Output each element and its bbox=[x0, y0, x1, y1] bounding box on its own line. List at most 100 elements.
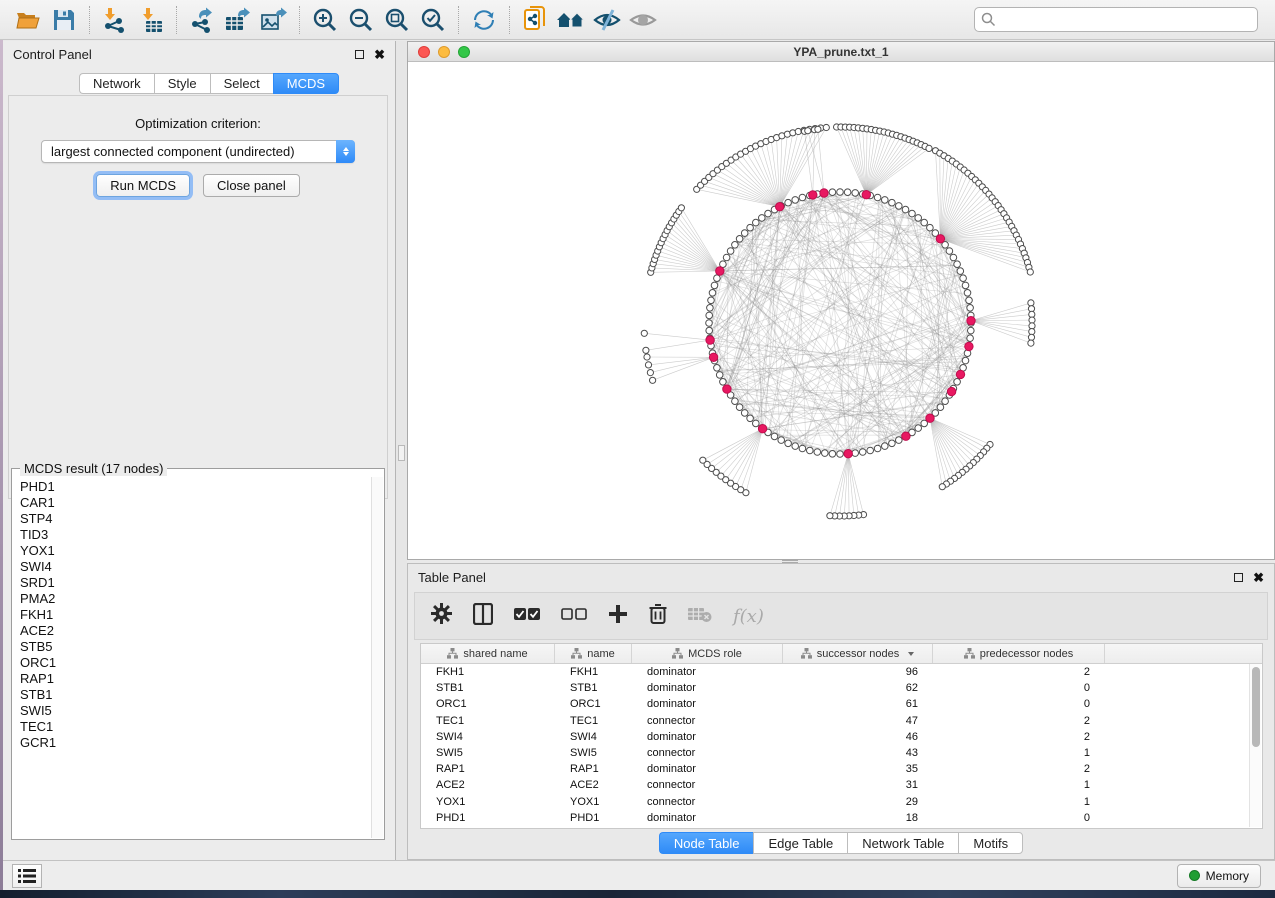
close-table-panel-icon[interactable]: ✖ bbox=[1253, 571, 1264, 584]
search-input[interactable] bbox=[974, 7, 1258, 32]
preview-eye-icon[interactable] bbox=[625, 3, 661, 37]
table-scrollbar-thumb[interactable] bbox=[1252, 667, 1260, 747]
tab-style[interactable]: Style bbox=[154, 73, 210, 94]
tab-select[interactable]: Select bbox=[210, 73, 273, 94]
mcds-result-item[interactable]: SWI5 bbox=[20, 703, 371, 719]
tab-motifs[interactable]: Motifs bbox=[958, 832, 1023, 854]
mcds-result-item[interactable]: SWI4 bbox=[20, 559, 371, 575]
close-panel-button[interactable]: Close panel bbox=[203, 174, 300, 197]
mcds-result-item[interactable]: PHD1 bbox=[20, 479, 371, 495]
tab-network[interactable]: Network bbox=[79, 73, 154, 94]
refresh-layout-icon[interactable] bbox=[466, 3, 502, 37]
table-row[interactable]: SWI5SWI5connector431 bbox=[421, 745, 1249, 761]
export-table-icon[interactable] bbox=[220, 3, 256, 37]
mcds-result-item[interactable]: CAR1 bbox=[20, 495, 371, 511]
zoom-selected-icon[interactable] bbox=[415, 3, 451, 37]
float-table-panel-icon[interactable] bbox=[1234, 573, 1243, 582]
network-window-titlebar[interactable]: YPA_prune.txt_1 bbox=[408, 42, 1274, 62]
table-row[interactable]: SWI4SWI4dominator462 bbox=[421, 729, 1249, 745]
table-panel-header: Table Panel ✖ bbox=[408, 564, 1274, 591]
vertical-split-divider[interactable] bbox=[396, 41, 407, 860]
column-header-name[interactable]: name bbox=[555, 644, 632, 663]
node-table-header: shared namenameMCDS rolesuccessor nodesp… bbox=[421, 644, 1262, 664]
open-session-icon[interactable] bbox=[10, 3, 46, 37]
column-header-predecessor-nodes[interactable]: predecessor nodes bbox=[933, 644, 1105, 663]
control-panel-title: Control Panel bbox=[13, 47, 92, 62]
divider-handle[interactable] bbox=[398, 445, 405, 461]
tab-network-table[interactable]: Network Table bbox=[847, 832, 958, 854]
mcds-result-item[interactable]: PMA2 bbox=[20, 591, 371, 607]
mcds-result-item[interactable]: STB1 bbox=[20, 687, 371, 703]
table-row[interactable]: ORC1ORC1dominator610 bbox=[421, 696, 1249, 712]
import-network-icon[interactable] bbox=[97, 3, 133, 37]
table-row[interactable]: FKH1FKH1dominator962 bbox=[421, 664, 1249, 680]
table-cell: RAP1 bbox=[421, 763, 555, 775]
table-cell: FKH1 bbox=[421, 666, 555, 678]
delete-icon[interactable] bbox=[649, 603, 667, 629]
columns-icon[interactable] bbox=[473, 603, 493, 630]
mcds-result-item[interactable]: RAP1 bbox=[20, 671, 371, 687]
hide-eye-icon[interactable] bbox=[589, 3, 625, 37]
toolbar-separator bbox=[89, 6, 90, 34]
column-type-icon bbox=[672, 648, 683, 659]
close-panel-icon[interactable]: ✖ bbox=[374, 48, 385, 61]
mcds-result-list[interactable]: PHD1CAR1STP4TID3YOX1SWI4SRD1PMA2FKH1ACE2… bbox=[13, 477, 371, 838]
table-cell: 2 bbox=[933, 715, 1105, 727]
float-panel-icon[interactable] bbox=[355, 50, 364, 59]
tab-edge-table[interactable]: Edge Table bbox=[753, 832, 847, 854]
mcds-result-item[interactable]: GCR1 bbox=[20, 735, 371, 751]
mcds-result-item[interactable]: ORC1 bbox=[20, 655, 371, 671]
table-cell: ORC1 bbox=[555, 698, 632, 710]
zoom-fit-icon[interactable] bbox=[379, 3, 415, 37]
table-cell: 2 bbox=[933, 666, 1105, 678]
table-cell: connector bbox=[632, 715, 783, 727]
table-row[interactable]: RAP1RAP1dominator352 bbox=[421, 761, 1249, 777]
deselect-all-icon[interactable] bbox=[561, 607, 587, 626]
mcds-result-item[interactable]: FKH1 bbox=[20, 607, 371, 623]
node-table: shared namenameMCDS rolesuccessor nodesp… bbox=[420, 643, 1263, 829]
control-panel-tabs: Network Style Select MCDS bbox=[79, 73, 339, 94]
mcds-result-item[interactable]: TID3 bbox=[20, 527, 371, 543]
houses-icon[interactable] bbox=[553, 3, 589, 37]
add-column-icon[interactable] bbox=[608, 604, 628, 629]
tab-node-table[interactable]: Node Table bbox=[659, 832, 754, 854]
table-row[interactable]: ACE2ACE2connector311 bbox=[421, 777, 1249, 793]
mcds-result-item[interactable]: YOX1 bbox=[20, 543, 371, 559]
show-panels-button[interactable] bbox=[12, 864, 42, 888]
zoom-in-icon[interactable] bbox=[307, 3, 343, 37]
mcds-list-scrollbar[interactable] bbox=[371, 477, 383, 838]
export-network-icon[interactable] bbox=[184, 3, 220, 37]
tab-mcds[interactable]: MCDS bbox=[273, 73, 339, 94]
network-graph-canvas[interactable] bbox=[408, 62, 1274, 559]
mcds-result-item[interactable]: TEC1 bbox=[20, 719, 371, 735]
network-share-doc-icon[interactable] bbox=[517, 3, 553, 37]
column-header-shared-name[interactable]: shared name bbox=[421, 644, 555, 663]
mcds-result-item[interactable]: STB5 bbox=[20, 639, 371, 655]
mcds-result-item[interactable]: ACE2 bbox=[20, 623, 371, 639]
table-row[interactable]: YOX1YOX1connector291 bbox=[421, 794, 1249, 810]
import-table-icon[interactable] bbox=[133, 3, 169, 37]
table-cell: 31 bbox=[783, 779, 933, 791]
zoom-out-icon[interactable] bbox=[343, 3, 379, 37]
criterion-dropdown[interactable]: largest connected component (undirected) bbox=[41, 140, 355, 163]
table-cell: 62 bbox=[783, 682, 933, 694]
column-header-MCDS-role[interactable]: MCDS role bbox=[632, 644, 783, 663]
table-toolbar: f(x) bbox=[414, 592, 1268, 640]
column-header-successor-nodes[interactable]: successor nodes bbox=[783, 644, 933, 663]
mcds-result-item[interactable]: STP4 bbox=[20, 511, 371, 527]
save-session-icon[interactable] bbox=[46, 3, 82, 37]
export-image-icon[interactable] bbox=[256, 3, 292, 37]
table-scrollbar[interactable] bbox=[1249, 664, 1261, 827]
table-row[interactable]: PHD1PHD1dominator180 bbox=[421, 810, 1249, 826]
memory-status-icon bbox=[1189, 870, 1200, 881]
table-cell: 1 bbox=[933, 779, 1105, 791]
table-cell: 2 bbox=[933, 731, 1105, 743]
settings-gear-icon[interactable] bbox=[431, 603, 452, 629]
run-mcds-button[interactable]: Run MCDS bbox=[96, 174, 190, 197]
select-all-icon[interactable] bbox=[514, 607, 540, 626]
mcds-result-item[interactable]: SRD1 bbox=[20, 575, 371, 591]
memory-button[interactable]: Memory bbox=[1177, 864, 1261, 888]
table-row[interactable]: STB1STB1dominator620 bbox=[421, 680, 1249, 696]
table-row[interactable]: TEC1TEC1connector472 bbox=[421, 713, 1249, 729]
table-panel-title: Table Panel bbox=[418, 570, 486, 585]
